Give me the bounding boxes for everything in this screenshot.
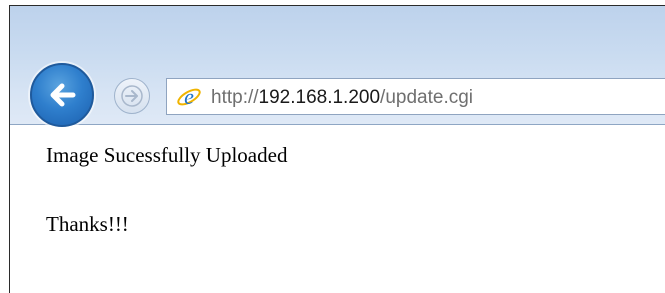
back-button[interactable]	[30, 63, 94, 127]
url-host: 192.168.1.200	[258, 87, 381, 108]
thanks-message: Thanks!!!	[46, 212, 129, 236]
url-text: http://192.168.1.200/update.cgi	[211, 87, 473, 108]
url-scheme: http://	[211, 87, 259, 108]
upload-success-message: Image Sucessfully Uploaded	[46, 143, 288, 167]
browser-window: e http://192.168.1.200/update.cgi Image …	[9, 5, 665, 293]
svg-text:e: e	[184, 84, 194, 109]
url-path: /update.cgi	[380, 87, 474, 108]
toolbar-divider	[10, 124, 665, 125]
internet-explorer-icon: e	[177, 84, 201, 109]
forward-arrow-icon	[121, 85, 143, 107]
forward-button[interactable]	[114, 78, 150, 114]
address-bar[interactable]: e http://192.168.1.200/update.cgi	[166, 78, 665, 115]
back-arrow-icon	[50, 83, 76, 107]
